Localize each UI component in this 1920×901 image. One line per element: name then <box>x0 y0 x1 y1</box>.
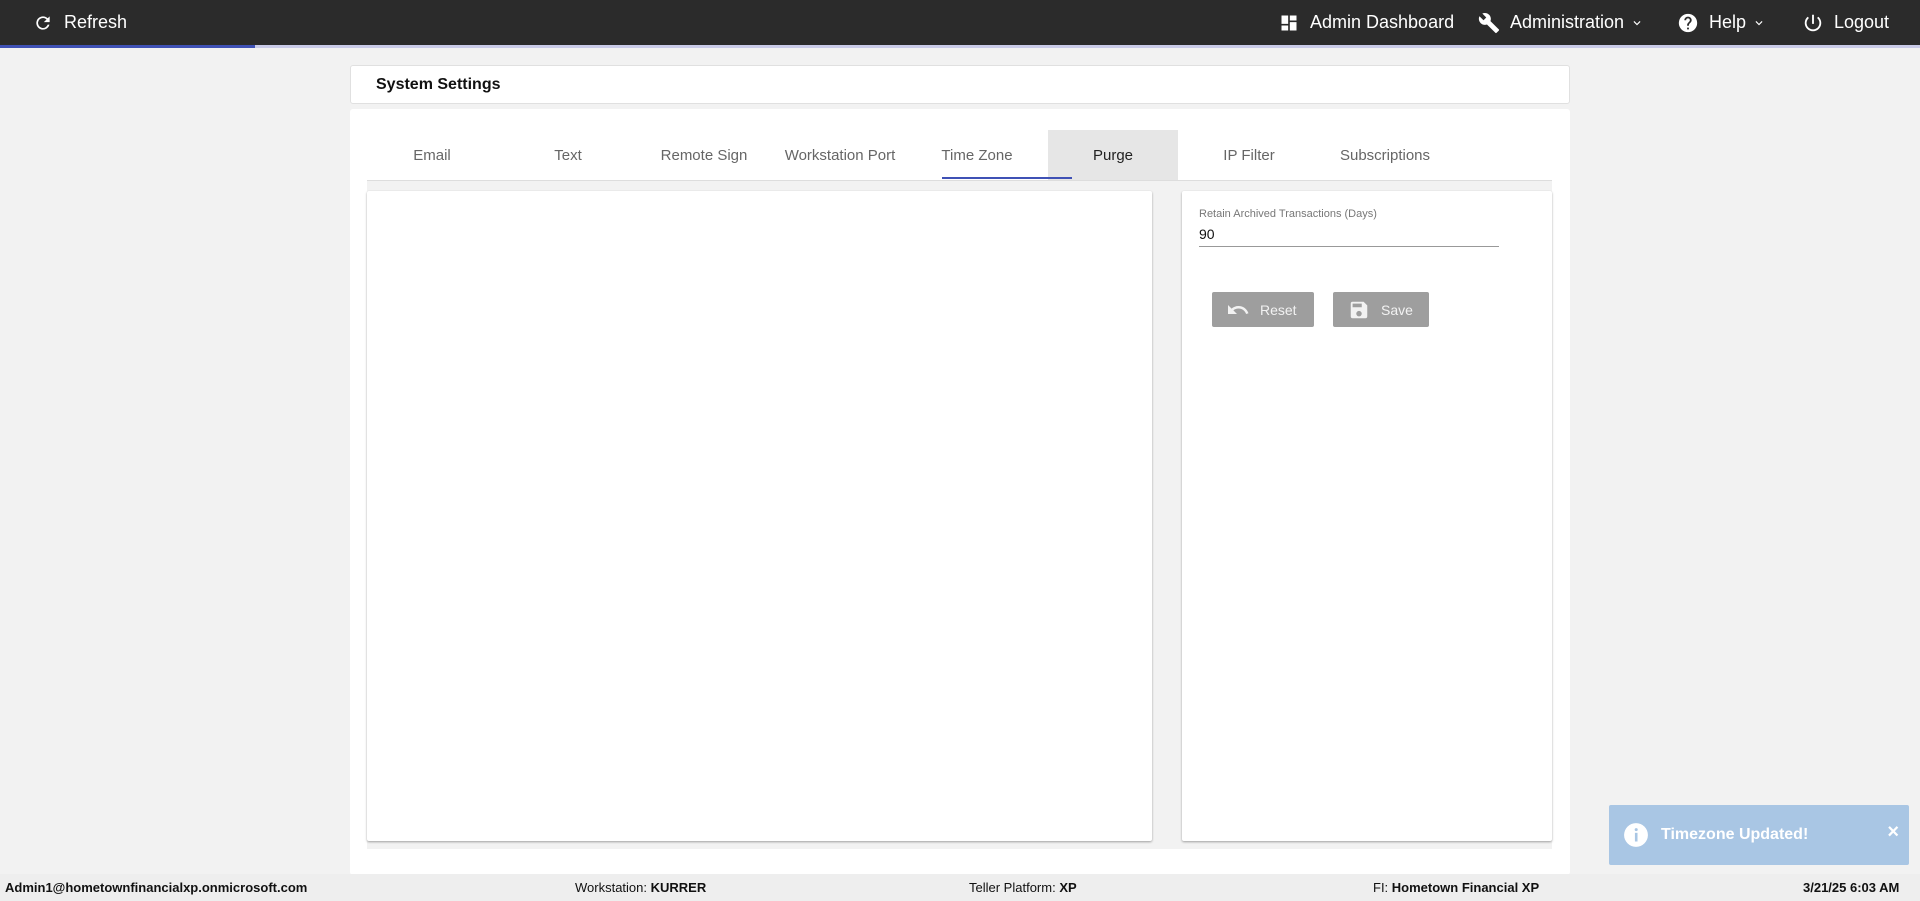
toast-message: Timezone Updated! <box>1661 826 1809 843</box>
settings-tabs: Email Text Remote Sign Workstation Port … <box>367 130 1552 180</box>
administration-menu[interactable]: Administration <box>1478 0 1644 45</box>
user-email: Admin1@hometownfinancialxp.onmicrosoft.c… <box>5 880 308 895</box>
footer-user: Admin1@hometownfinancialxp.onmicrosoft.c… <box>5 880 307 895</box>
status-footer: Admin1@hometownfinancialxp.onmicrosoft.c… <box>0 874 1920 901</box>
retain-archived-input[interactable] <box>1199 222 1499 247</box>
reset-label: Reset <box>1260 301 1297 318</box>
workstation-label: Workstation: <box>575 880 651 895</box>
top-navigation-bar: Refresh Admin Dashboard Administration H… <box>0 0 1920 48</box>
footer-platform: Teller Platform: XP <box>969 880 1077 895</box>
logout-label: Logout <box>1834 12 1890 32</box>
power-icon <box>1802 12 1824 34</box>
platform-value: XP <box>1059 880 1077 895</box>
purge-tab-content: Retain Archived Transactions (Days) Rese… <box>367 181 1552 849</box>
workstation-value: KURRER <box>650 880 707 895</box>
admin-dashboard-button[interactable]: Admin Dashboard <box>1278 0 1454 45</box>
purge-settings-panel: Retain Archived Transactions (Days) Rese… <box>1182 191 1552 841</box>
tab-text[interactable]: Text <box>503 130 633 180</box>
tab-ip-filter[interactable]: IP Filter <box>1184 130 1314 180</box>
footer-datetime: 3/21/25 6:03 AM <box>1803 880 1899 895</box>
info-icon <box>1623 822 1649 848</box>
wrench-icon <box>1478 12 1500 34</box>
reset-button[interactable]: Reset <box>1212 292 1314 327</box>
chevron-down-icon <box>1630 16 1644 30</box>
datetime-value: 3/21/25 6:03 AM <box>1803 880 1900 895</box>
undo-icon <box>1226 298 1250 322</box>
loading-progress-bar <box>0 45 1920 48</box>
page-header: System Settings <box>350 65 1570 104</box>
footer-workstation: Workstation: KURRER <box>575 880 706 895</box>
chevron-down-icon <box>1752 16 1766 30</box>
retain-archived-label: Retain Archived Transactions (Days) <box>1199 208 1377 220</box>
tab-email[interactable]: Email <box>367 130 497 180</box>
progress-fill <box>0 45 256 48</box>
page-title: System Settings <box>376 76 501 93</box>
help-menu[interactable]: Help <box>1677 0 1766 45</box>
refresh-button[interactable]: Refresh <box>32 0 127 45</box>
save-label: Save <box>1381 301 1413 318</box>
administration-label: Administration <box>1510 12 1625 32</box>
save-button[interactable]: Save <box>1333 292 1429 327</box>
settings-card: Email Text Remote Sign Workstation Port … <box>350 109 1570 875</box>
tab-workstation-port[interactable]: Workstation Port <box>775 130 905 180</box>
platform-label: Teller Platform: <box>969 880 1060 895</box>
fi-label: FI: <box>1373 880 1392 895</box>
tab-ink-bar <box>942 177 1072 179</box>
fi-value: Hometown Financial XP <box>1391 880 1540 895</box>
notification-toast: Timezone Updated! × <box>1609 805 1909 865</box>
admin-dashboard-label: Admin Dashboard <box>1310 12 1455 32</box>
tab-time-zone[interactable]: Time Zone <box>912 130 1042 180</box>
dashboard-icon <box>1278 12 1300 34</box>
close-icon[interactable]: × <box>1887 821 1899 844</box>
tab-remote-sign[interactable]: Remote Sign <box>639 130 769 180</box>
refresh-icon <box>32 12 54 34</box>
left-panel <box>367 191 1152 841</box>
help-icon <box>1677 12 1699 34</box>
refresh-label: Refresh <box>64 12 128 32</box>
tab-subscriptions[interactable]: Subscriptions <box>1320 130 1450 180</box>
help-label: Help <box>1709 12 1747 32</box>
logout-button[interactable]: Logout <box>1802 0 1889 45</box>
footer-fi: FI: Hometown Financial XP <box>1373 880 1539 895</box>
save-icon <box>1347 298 1371 322</box>
tab-purge[interactable]: Purge <box>1048 130 1178 180</box>
